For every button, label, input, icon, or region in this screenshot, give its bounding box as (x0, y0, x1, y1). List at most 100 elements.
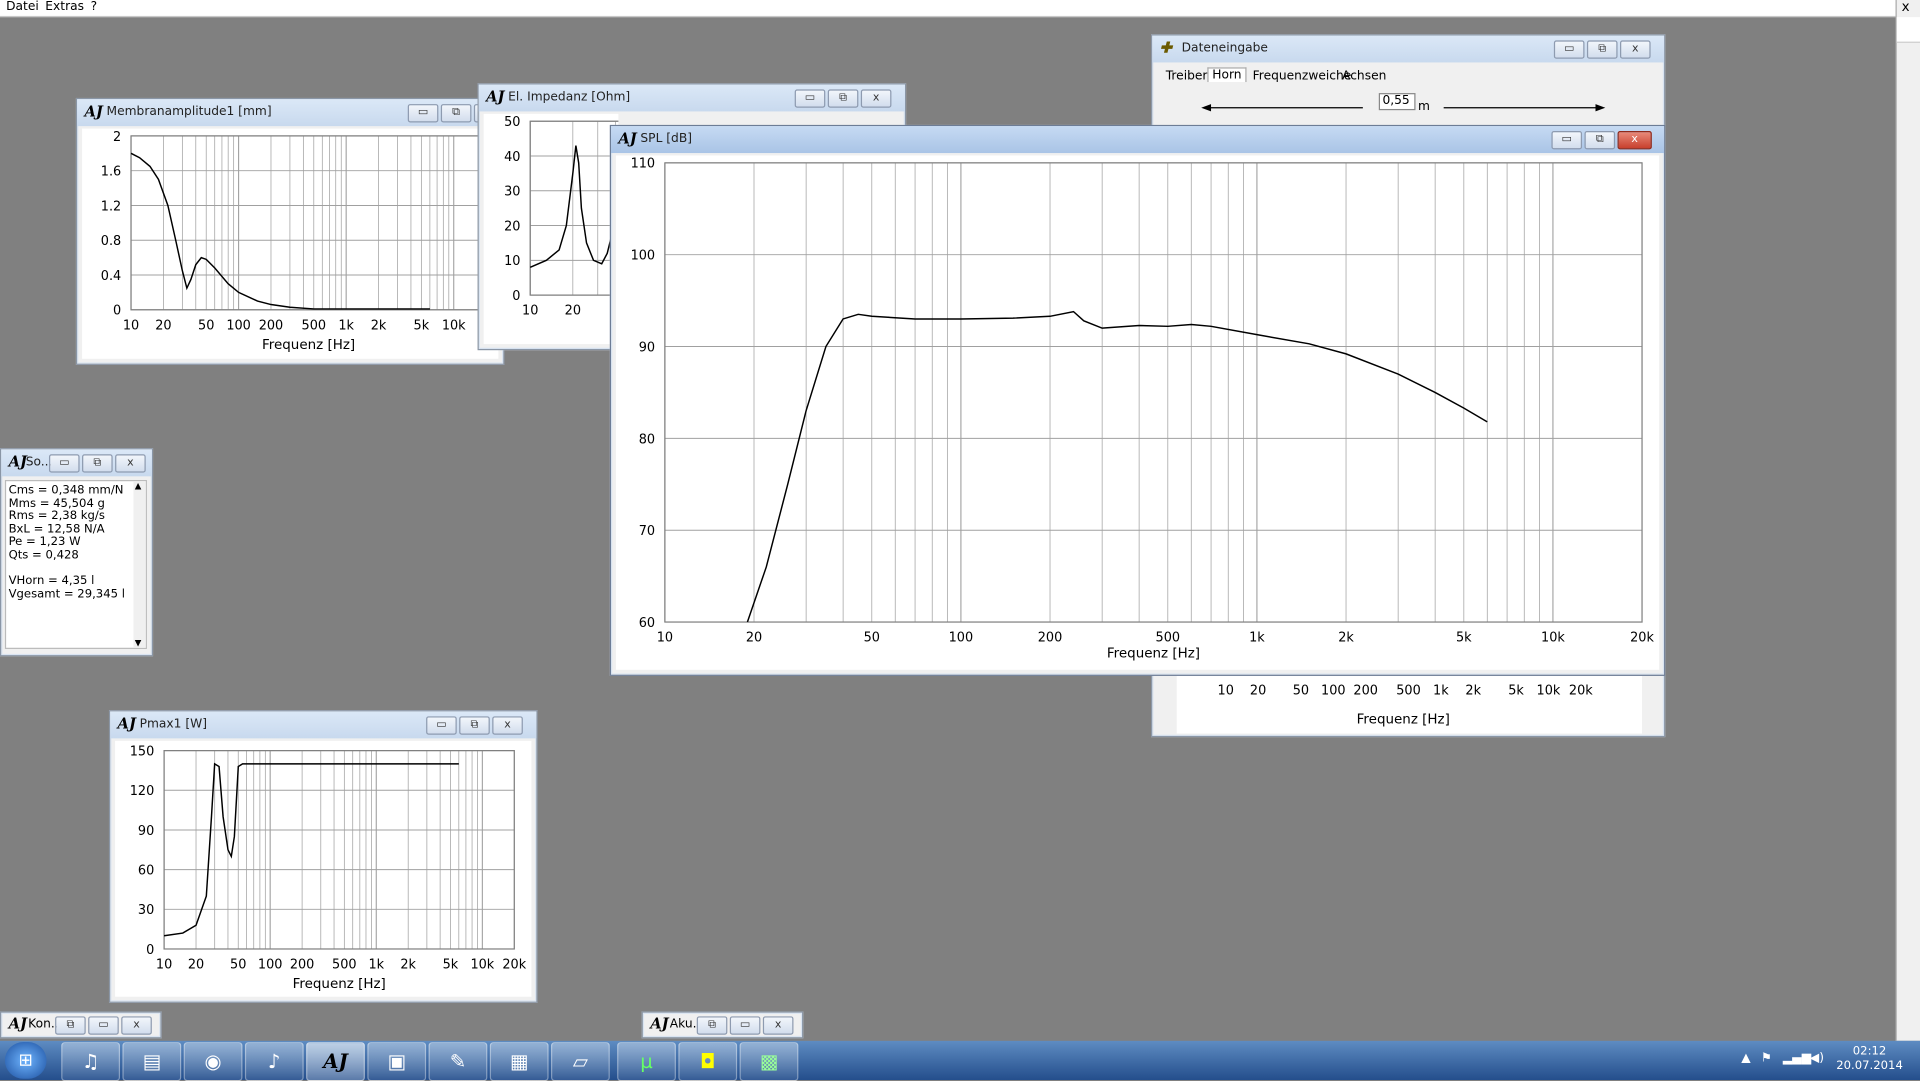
minimize-button[interactable]: ▭ (407, 104, 439, 123)
maximize-button[interactable]: ▭ (88, 1016, 119, 1035)
explorer-taskbar-icon[interactable]: ▤ (122, 1042, 182, 1081)
y-tick-label: 110 (631, 157, 656, 172)
kon-window-minimized[interactable]: AJ Kon... ⧉ ▭ x (0, 1011, 162, 1039)
maximize-button[interactable]: ⧉ (1586, 40, 1618, 59)
membranamplitude-window: AJ Membranamplitude1 [mm] ▭ ⧉ x 0 0.4 0.8 1… (75, 97, 505, 365)
tab-achsen[interactable]: Achsen (1342, 70, 1386, 83)
close-button[interactable]: x (1617, 131, 1652, 150)
scroll-down-icon[interactable]: ▼ (135, 638, 142, 648)
tab-treiber[interactable]: Treiber (1166, 70, 1208, 83)
basta-taskbar-icon[interactable]: ▩ (739, 1042, 799, 1081)
x-axis-title: Frequenz [Hz] (1107, 647, 1200, 662)
paint-taskbar-icon[interactable]: ✎ (428, 1042, 488, 1081)
tab-frequenzweiche[interactable]: Frequenzweiche (1253, 70, 1352, 83)
x-tick-label: 500 (1156, 631, 1181, 646)
close-button[interactable]: x (115, 454, 146, 473)
x-tick-label: 50 (864, 631, 880, 646)
close-icon[interactable]: x (1902, 0, 1917, 15)
itunes-taskbar-icon[interactable]: ♫ (61, 1042, 121, 1081)
window-title: Membranamplitude1 [mm] (106, 105, 272, 119)
x-tick-label: 100 (226, 318, 251, 333)
utorrent-taskbar-icon[interactable]: µ (617, 1042, 676, 1081)
info-scrollbar[interactable]: ▲ ▼ (133, 481, 146, 648)
impedanz-chart-svg: 0102030405010205 (504, 115, 619, 319)
x-tick-label: 10 (1218, 683, 1234, 698)
aj-horn-taskbar-icon[interactable]: AJ (306, 1042, 365, 1081)
scroll-up-icon[interactable]: ▲ (135, 481, 142, 491)
x-tick-label: 10k (1541, 631, 1565, 646)
restore-button[interactable]: ⧉ (696, 1016, 728, 1035)
x-tick-label: 20 (155, 318, 171, 333)
firefox-taskbar-icon[interactable]: ◉ (183, 1042, 243, 1081)
menu-extras[interactable]: Extras (45, 0, 84, 15)
so-titlebar[interactable]: AJ So... ▭ ⧉ x (1, 449, 152, 477)
x-axis-title: Frequenz [Hz] (262, 338, 355, 353)
menu-datei[interactable]: Datei (6, 0, 39, 15)
start-button[interactable]: ⊞ (4, 1042, 47, 1079)
x-tick-label: 10 (657, 631, 673, 646)
itunes-taskbar-icon[interactable]: ♪ (244, 1042, 304, 1081)
x-tick-label: 2k (400, 958, 416, 973)
dateneingabe-titlebar[interactable]: ✚ Dateneingabe ▭ ⧉ x (1152, 35, 1665, 63)
maximize-button[interactable]: ▭ (729, 1016, 761, 1035)
spl-plot: 60 70 80 90 100 110 10 20 50 100 200 500 1k 2k 5k 10k 20… (615, 155, 1660, 670)
x-tick-label: 50 (1293, 683, 1309, 698)
maximize-button[interactable]: ⧉ (440, 104, 472, 123)
maximize-button[interactable]: ⧉ (459, 716, 490, 735)
minimize-button[interactable]: ▭ (426, 716, 457, 735)
speaker-taskbar-icon[interactable]: ▣ (367, 1042, 427, 1081)
close-button[interactable]: x (762, 1016, 794, 1035)
y-tick-label: 60 (138, 864, 154, 879)
y-tick-label: 2 (113, 130, 121, 145)
aku-window-minimized[interactable]: AJ Aku... ⧉ ▭ x (641, 1011, 804, 1039)
restore-button[interactable]: ⧉ (55, 1016, 86, 1035)
x-tick-label: 10k (470, 958, 494, 973)
scroll-thumb[interactable] (1896, 17, 1920, 43)
impedanz-titlebar[interactable]: AJ El. Impedanz [Ohm] ▭ ⧉ x (478, 84, 905, 112)
right-scroll-strip: x (1895, 0, 1920, 1041)
y-tick-label: 10 (504, 254, 520, 269)
maximize-button[interactable]: ⧉ (827, 89, 859, 108)
close-button[interactable]: x (121, 1016, 152, 1035)
system-tray: ▲ ⚑ ▂▄▆ ◀) 02:12 20.07.2014 (1736, 1041, 1920, 1080)
minimize-button[interactable]: ▭ (794, 89, 826, 108)
x-tick-label: 10k (442, 318, 466, 333)
minimize-button[interactable]: ▭ (48, 454, 80, 473)
x-tick-label: 20 (565, 304, 581, 319)
boxsim-taskbar-icon[interactable]: ◘ (678, 1042, 738, 1081)
spl-titlebar[interactable]: AJ SPL [dB] ▭ ⧉ x (611, 126, 1665, 154)
series-line (746, 310, 1488, 623)
maximize-button[interactable]: ⧉ (1584, 131, 1616, 150)
pmax-titlebar[interactable]: AJ Pmax1 [W] ▭ ⧉ x (110, 711, 537, 739)
tray-expand-icon[interactable]: ▲ (1741, 1052, 1750, 1065)
x-axis-title: Frequenz [Hz] (1357, 713, 1450, 728)
minimize-button[interactable]: ▭ (1551, 131, 1583, 150)
window-title: Dateneingabe (1181, 41, 1268, 56)
x-tick-label: 100 (1321, 683, 1346, 698)
clock[interactable]: 02:12 20.07.2014 (1836, 1044, 1903, 1073)
tool-taskbar-icon[interactable]: ▦ (489, 1042, 549, 1081)
flag-icon[interactable]: ⚑ (1761, 1052, 1772, 1065)
signal-icon[interactable]: ▂▄▆ (1783, 1052, 1811, 1065)
window-title: El. Impedanz [Ohm] (508, 90, 631, 105)
app-icon: ✚ (1159, 39, 1172, 57)
spl-window: AJ SPL [dB] ▭ ⧉ x 60 70 80 90 100 110 10 20 50 10… (609, 124, 1666, 676)
tab-horn[interactable]: Horn (1207, 67, 1247, 83)
y-tick-label: 0 (113, 304, 121, 319)
membranamplitude-titlebar[interactable]: AJ Membranamplitude1 [mm] ▭ ⧉ x (77, 99, 505, 127)
maximize-button[interactable]: ⧉ (82, 454, 113, 473)
y-tick-label: 30 (138, 903, 154, 918)
x-tick-label: 100 (949, 631, 974, 646)
minimize-button[interactable]: ▭ (1553, 40, 1585, 59)
horn-length-input[interactable]: 0,55 (1378, 93, 1416, 111)
plot-frame (163, 750, 515, 950)
menu-help[interactable]: ? (91, 0, 98, 15)
app-taskbar-icon[interactable]: ▱ (551, 1042, 610, 1081)
x-tick-label: 5k (1508, 683, 1524, 698)
close-button[interactable]: x (1620, 40, 1651, 59)
so-window: AJ So... ▭ ⧉ x Cms = 0,348 mm/N Mms = 45… (0, 448, 154, 657)
close-button[interactable]: x (860, 89, 892, 108)
x-tick-label: 10 (123, 318, 139, 333)
close-button[interactable]: x (492, 716, 523, 735)
volume-icon[interactable]: ◀) (1810, 1052, 1824, 1065)
